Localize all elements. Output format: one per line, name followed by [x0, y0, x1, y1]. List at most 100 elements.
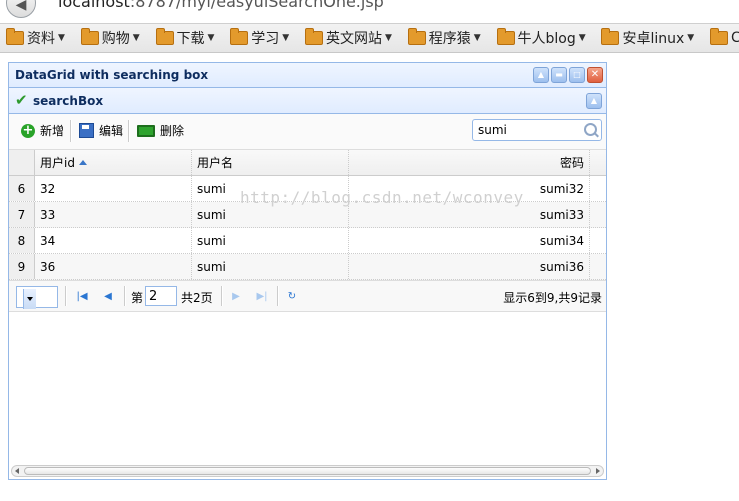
scroll-left-icon[interactable]: [15, 468, 19, 474]
maximize-button[interactable]: □: [569, 67, 585, 83]
minimize-icon: ▬: [555, 70, 563, 79]
datagrid-panel: DataGrid with searching box ▲ ▬ □ ✕ ✔ se…: [8, 62, 607, 480]
bookmark-folder[interactable]: 学习 ▼: [230, 24, 289, 52]
folder-icon: [496, 28, 515, 45]
checkmark-icon: ✔: [15, 91, 28, 109]
refresh-button[interactable]: ↻: [285, 289, 299, 303]
collapse-button[interactable]: ▲: [533, 67, 549, 83]
save-disk-icon: [79, 123, 94, 138]
dropdown-arrow-icon: ▼: [578, 33, 586, 43]
horizontal-scrollbar[interactable]: [11, 465, 604, 477]
bookmark-folder[interactable]: 英文网站 ▼: [305, 24, 392, 52]
panel-header: DataGrid with searching box ▲ ▬ □ ✕: [9, 63, 606, 88]
search-box: [472, 119, 602, 141]
pager-separator: [277, 286, 279, 306]
pager-separator: [124, 286, 126, 306]
first-page-icon: |◀: [76, 290, 88, 302]
folder-icon: [601, 28, 620, 45]
cell-username: sumi: [192, 228, 349, 253]
pager-separator: [221, 286, 223, 306]
table-row[interactable]: 8 34 sumi sumi34: [9, 228, 606, 254]
dropdown-arrow-icon: ▼: [207, 33, 215, 43]
edit-button[interactable]: 编辑: [79, 122, 123, 139]
bookmark-folder[interactable]: C: [710, 24, 739, 52]
column-header-username[interactable]: 用户名: [192, 150, 349, 175]
pager-separator: [65, 286, 67, 306]
add-button[interactable]: + 新增: [21, 122, 64, 139]
close-button[interactable]: ✕: [587, 67, 603, 83]
folder-icon: [710, 28, 729, 45]
remove-icon: [137, 124, 155, 137]
dropdown-arrow-icon: ▼: [282, 33, 290, 43]
toolbar-separator: [128, 120, 130, 142]
refresh-icon: ↻: [287, 290, 297, 302]
page-number-input[interactable]: [145, 286, 177, 306]
next-page-icon: ▶: [232, 290, 240, 302]
folder-icon: [305, 28, 323, 45]
minimize-button[interactable]: ▬: [551, 67, 567, 83]
pagination-bar: 5 |◀ ◀ 第 共2页 ▶ ▶| ↻ 显示6到9,共9记录: [9, 280, 606, 312]
bookmark-folder[interactable]: 资料 ▼: [6, 24, 65, 52]
dropdown-arrow-icon: ▼: [58, 33, 65, 43]
panel-tools: ▲ ▬ □ ✕: [533, 67, 603, 83]
last-page-icon: ▶|: [256, 290, 268, 302]
grid-toolbar: + 新增 编辑 删除: [9, 114, 606, 150]
cell-user-id: 34: [35, 228, 192, 253]
row-number: 7: [9, 202, 35, 227]
bookmark-folder[interactable]: 购物 ▼: [80, 24, 140, 52]
bookmark-folder[interactable]: 安卓linux ▼: [601, 24, 694, 52]
search-icon[interactable]: [584, 123, 597, 136]
rownumber-header: [9, 150, 35, 175]
cell-user-id: 36: [35, 254, 192, 279]
table-row[interactable]: 9 36 sumi sumi36: [9, 254, 606, 280]
datagrid: 用户id 用户名 密码 6 32 sumi sumi32 7 33 sumi s…: [9, 150, 606, 280]
bookmark-folder[interactable]: 牛人blog ▼: [496, 24, 586, 52]
grid-header-row: 用户id 用户名 密码: [9, 150, 606, 176]
previous-page-button[interactable]: ◀: [101, 289, 115, 303]
page-total-label: 共2页: [181, 291, 213, 305]
cell-password: sumi36: [349, 254, 590, 279]
previous-page-icon: ◀: [104, 290, 112, 302]
sort-ascending-icon: [78, 160, 87, 165]
row-number: 6: [9, 176, 35, 201]
bookmarks-toolbar: 资料 ▼ 购物 ▼ 下载 ▼ 学习 ▼ 英文网站 ▼ 程序猿 ▼ 牛人blog ▼ 安卓lin…: [0, 23, 739, 53]
collapse-up-icon: ▲: [537, 70, 545, 79]
column-header-user-id[interactable]: 用户id: [35, 150, 192, 175]
address-bar[interactable]: ◀ localhost:8787/myl/easyuiSearchOne.jsp: [0, 0, 739, 20]
column-header-password[interactable]: 密码: [349, 150, 590, 175]
bookmark-folder[interactable]: 下载 ▼: [155, 24, 215, 52]
cell-password: sumi34: [349, 228, 590, 253]
close-icon: ✕: [590, 69, 600, 80]
search-box-title: searchBox: [33, 94, 104, 108]
scrollbar-thumb[interactable]: [24, 467, 591, 475]
back-arrow-icon: ◀: [15, 0, 27, 13]
search-input[interactable]: [473, 120, 582, 140]
folder-icon: [230, 28, 249, 45]
cell-user-id: 32: [35, 176, 192, 201]
dropdown-arrow-icon: ▼: [132, 33, 140, 43]
dropdown-arrow-icon: ▼: [473, 33, 481, 43]
dropdown-arrow-icon: ▼: [385, 33, 392, 43]
delete-button[interactable]: 删除: [137, 122, 184, 139]
dropdown-arrow-icon: ▼: [687, 33, 695, 43]
search-box-collapse-button[interactable]: ▲: [586, 93, 602, 109]
back-button[interactable]: ◀: [6, 0, 36, 18]
watermark-text: http://blog.csdn.net/wconvey: [240, 188, 524, 207]
cell-user-id: 33: [35, 202, 192, 227]
folder-icon: [6, 28, 24, 45]
url-text[interactable]: localhost:8787/myl/easyuiSearchOne.jsp: [58, 0, 384, 11]
scroll-right-icon[interactable]: [596, 468, 600, 474]
toolbar-separator: [70, 120, 72, 142]
search-box-header: ✔ searchBox ▲: [9, 88, 606, 114]
page-size-select[interactable]: 5: [16, 286, 58, 309]
dropdown-arrow-icon: [23, 289, 36, 309]
next-page-button[interactable]: ▶: [229, 289, 243, 303]
bookmark-folder[interactable]: 程序猿 ▼: [407, 24, 481, 52]
page-prefix-label: 第: [131, 291, 144, 305]
row-number: 9: [9, 254, 35, 279]
first-page-button[interactable]: |◀: [75, 289, 89, 303]
row-number: 8: [9, 228, 35, 253]
last-page-button[interactable]: ▶|: [255, 289, 269, 303]
panel-title: DataGrid with searching box: [15, 68, 209, 82]
folder-icon: [155, 28, 174, 45]
